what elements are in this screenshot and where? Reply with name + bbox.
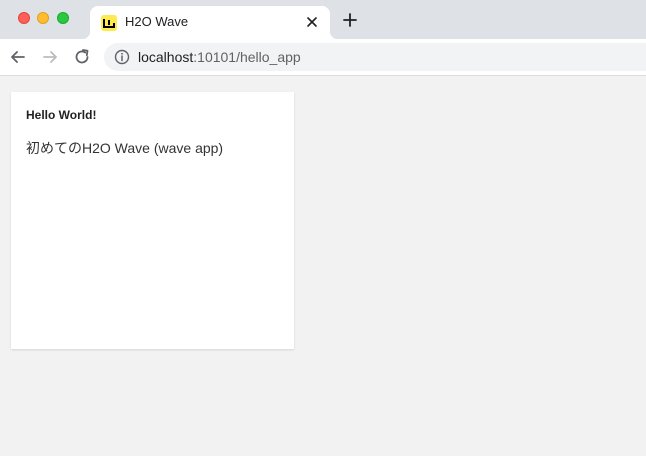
card-content: 初めてのH2O Wave (wave app)	[26, 140, 224, 156]
zoom-window-button[interactable]	[57, 12, 69, 24]
close-tab-icon[interactable]	[304, 14, 320, 30]
browser-tab[interactable]: H2O Wave	[82, 6, 338, 39]
browser-toolbar: localhost:10101/hello_app	[0, 39, 646, 76]
hello-card: Hello World! 初めてのH2O Wave (wave app)	[11, 92, 294, 349]
forward-arrow-icon[interactable]	[40, 47, 60, 67]
h2o-wave-logo-icon	[101, 15, 117, 31]
new-tab-icon[interactable]	[341, 11, 359, 29]
info-icon[interactable]	[114, 49, 130, 65]
url-path: :10101/hello_app	[193, 49, 301, 65]
back-arrow-icon[interactable]	[8, 47, 28, 67]
url-host: localhost	[138, 49, 194, 65]
minimize-window-button[interactable]	[37, 12, 49, 24]
url-text: localhost:10101/hello_app	[138, 49, 301, 65]
browser-tab-strip: H2O Wave	[0, 0, 646, 39]
reload-icon[interactable]	[72, 47, 92, 67]
tab-title: H2O Wave	[125, 14, 189, 29]
card-title: Hello World!	[26, 108, 97, 122]
address-bar[interactable]: localhost:10101/hello_app	[104, 43, 646, 71]
close-window-button[interactable]	[18, 12, 30, 24]
